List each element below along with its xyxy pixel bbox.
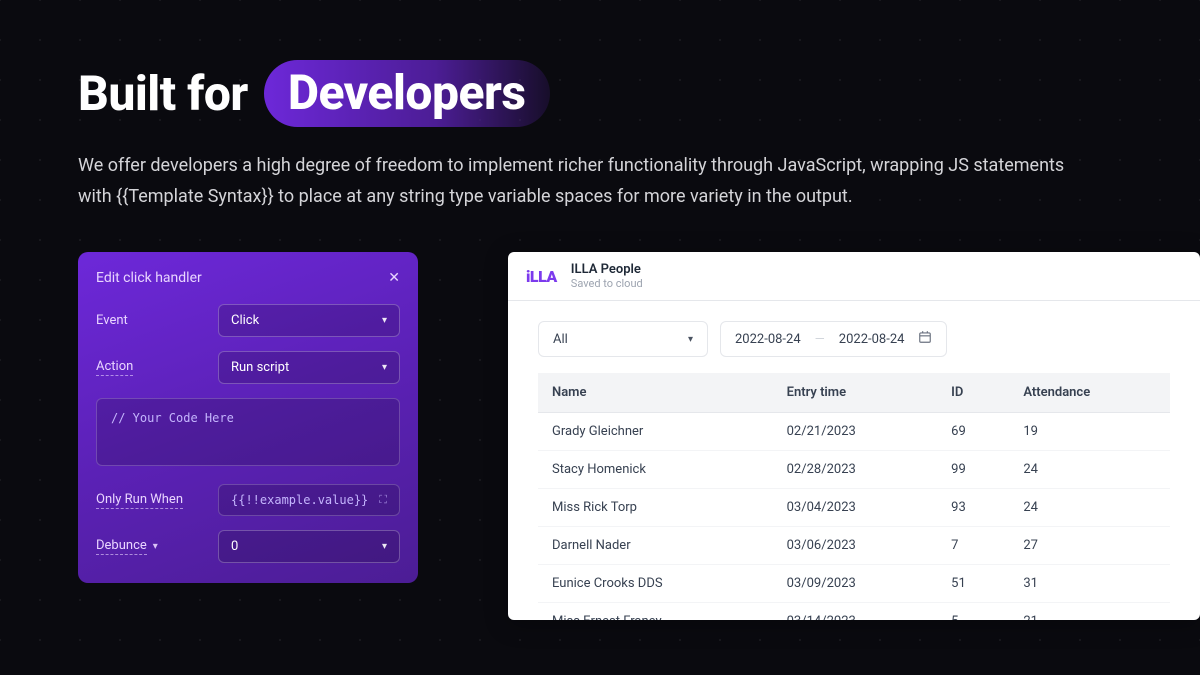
table-cell: 7 (937, 527, 1009, 565)
app-subtitle: Saved to cloud (571, 277, 643, 290)
table-row[interactable]: Stacy Homenick02/28/20239924 (538, 451, 1170, 489)
chevron-down-icon: ▾ (382, 362, 387, 373)
table-cell: 21 (1009, 603, 1170, 621)
hero-title-prefix: Built for (78, 65, 248, 122)
calendar-icon (918, 330, 932, 348)
table-cell: 03/14/2023 (773, 603, 938, 621)
table-row[interactable]: Miss Rick Torp03/04/20239324 (538, 489, 1170, 527)
event-value: Click (231, 313, 259, 328)
action-select[interactable]: Run script ▾ (218, 351, 400, 384)
col-entry[interactable]: Entry time (773, 373, 938, 413)
table-cell: 24 (1009, 489, 1170, 527)
click-handler-editor: Edit click handler ✕ Event Click ▾ Actio… (78, 252, 418, 583)
chevron-down-icon: ▾ (382, 541, 387, 552)
table-cell: Stacy Homenick (538, 451, 773, 489)
table-cell: 03/06/2023 (773, 527, 938, 565)
data-table: Name Entry time ID Attendance Grady Glei… (538, 373, 1170, 620)
table-cell: 51 (937, 565, 1009, 603)
table-cell: 24 (1009, 451, 1170, 489)
table-row[interactable]: Grady Gleichner02/21/20236919 (538, 413, 1170, 451)
event-select[interactable]: Click ▾ (218, 304, 400, 337)
col-attendance[interactable]: Attendance (1009, 373, 1170, 413)
table-cell: 02/21/2023 (773, 413, 938, 451)
table-cell: Miss Rick Torp (538, 489, 773, 527)
app-preview: iLLA ILLA People Saved to cloud All ▾ 20… (508, 252, 1200, 620)
only-run-when-label: Only Run When (96, 492, 206, 509)
editor-title: Edit click handler (96, 270, 202, 286)
hero-description: We offer developers a high degree of fre… (78, 151, 1078, 212)
app-title: ILLA People (571, 262, 643, 277)
col-id[interactable]: ID (937, 373, 1009, 413)
table-cell: 5 (937, 603, 1009, 621)
table-cell: 02/28/2023 (773, 451, 938, 489)
debounce-label[interactable]: Debunce ▾ (96, 538, 206, 555)
table-cell: 27 (1009, 527, 1170, 565)
date-to: 2022-08-24 (839, 332, 905, 347)
table-cell: 93 (937, 489, 1009, 527)
table-row[interactable]: Eunice Crooks DDS03/09/20235131 (538, 565, 1170, 603)
action-label: Action (96, 359, 206, 376)
action-value: Run script (231, 360, 289, 375)
date-range-picker[interactable]: 2022-08-24 — 2022-08-24 (720, 321, 947, 357)
chevron-down-icon: ▾ (153, 541, 158, 552)
table-cell: 03/09/2023 (773, 565, 938, 603)
table-cell: 31 (1009, 565, 1170, 603)
close-icon[interactable]: ✕ (388, 270, 400, 286)
table-cell: 03/04/2023 (773, 489, 938, 527)
event-label: Event (96, 313, 206, 328)
date-separator: — (815, 332, 825, 347)
filter-dropdown[interactable]: All ▾ (538, 321, 708, 357)
date-from: 2022-08-24 (735, 332, 801, 347)
table-cell: 19 (1009, 413, 1170, 451)
expand-icon[interactable]: ⛶ (379, 493, 387, 507)
chevron-down-icon: ▾ (382, 315, 387, 326)
hero-title-pill: Developers (264, 60, 550, 127)
debounce-value: 0 (231, 539, 238, 554)
table-cell: 99 (937, 451, 1009, 489)
table-cell: Grady Gleichner (538, 413, 773, 451)
only-run-when-value: {{!!example.value}} (231, 493, 368, 507)
hero-title: Built for Developers (78, 60, 1122, 127)
table-cell: 69 (937, 413, 1009, 451)
col-name[interactable]: Name (538, 373, 773, 413)
table-cell: Miss Ernest Franey (538, 603, 773, 621)
table-cell: Darnell Nader (538, 527, 773, 565)
debounce-select[interactable]: 0 ▾ (218, 530, 400, 563)
table-row[interactable]: Miss Ernest Franey03/14/2023521 (538, 603, 1170, 621)
code-placeholder: // Your Code Here (111, 411, 234, 425)
table-cell: Eunice Crooks DDS (538, 565, 773, 603)
table-row[interactable]: Darnell Nader03/06/2023727 (538, 527, 1170, 565)
chevron-down-icon: ▾ (688, 334, 693, 345)
only-run-when-input[interactable]: {{!!example.value}} ⛶ (218, 484, 400, 516)
code-editor[interactable]: // Your Code Here (96, 398, 400, 466)
app-logo: iLLA (526, 267, 557, 286)
